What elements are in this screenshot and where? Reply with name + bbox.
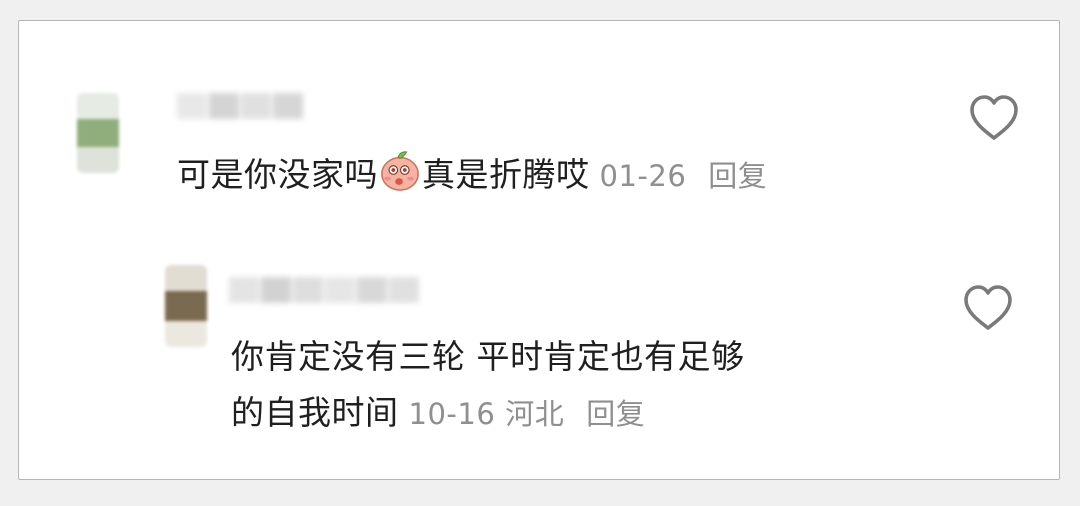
avatar[interactable] [165, 265, 207, 347]
comment-text: 可是你没家吗 真是折腾哎 01-26 回复 [177, 147, 767, 204]
reply-comment-text: 你肯定没有三轮 平时肯定也有足够 的自我时间 10-16 河北 回复 [231, 329, 745, 442]
comment-line: 你肯定没有三轮 平时肯定也有足够 [231, 337, 745, 376]
comment-date: 01-26 [599, 159, 687, 193]
reply-button[interactable]: 回复 [586, 397, 645, 431]
username-blurred[interactable] [177, 93, 303, 119]
peach-face-emoji-icon [381, 151, 419, 191]
heart-icon[interactable] [967, 93, 1021, 143]
comments-panel: 可是你没家吗 真是折腾哎 01-26 回复 你肯定没有三轮 平时肯定也有足够 的自我… [18, 20, 1060, 480]
reply-button[interactable]: 回复 [708, 159, 767, 193]
username-blurred[interactable] [229, 277, 419, 303]
comment-text-part: 真是折腾哎 [422, 155, 590, 194]
comment-location: 河北 [505, 397, 565, 431]
comment-line: 的自我时间 [231, 393, 399, 432]
comment-text-part: 可是你没家吗 [177, 155, 378, 194]
avatar[interactable] [77, 93, 119, 173]
heart-icon[interactable] [961, 283, 1015, 333]
comment-date: 10-16 [408, 397, 496, 431]
